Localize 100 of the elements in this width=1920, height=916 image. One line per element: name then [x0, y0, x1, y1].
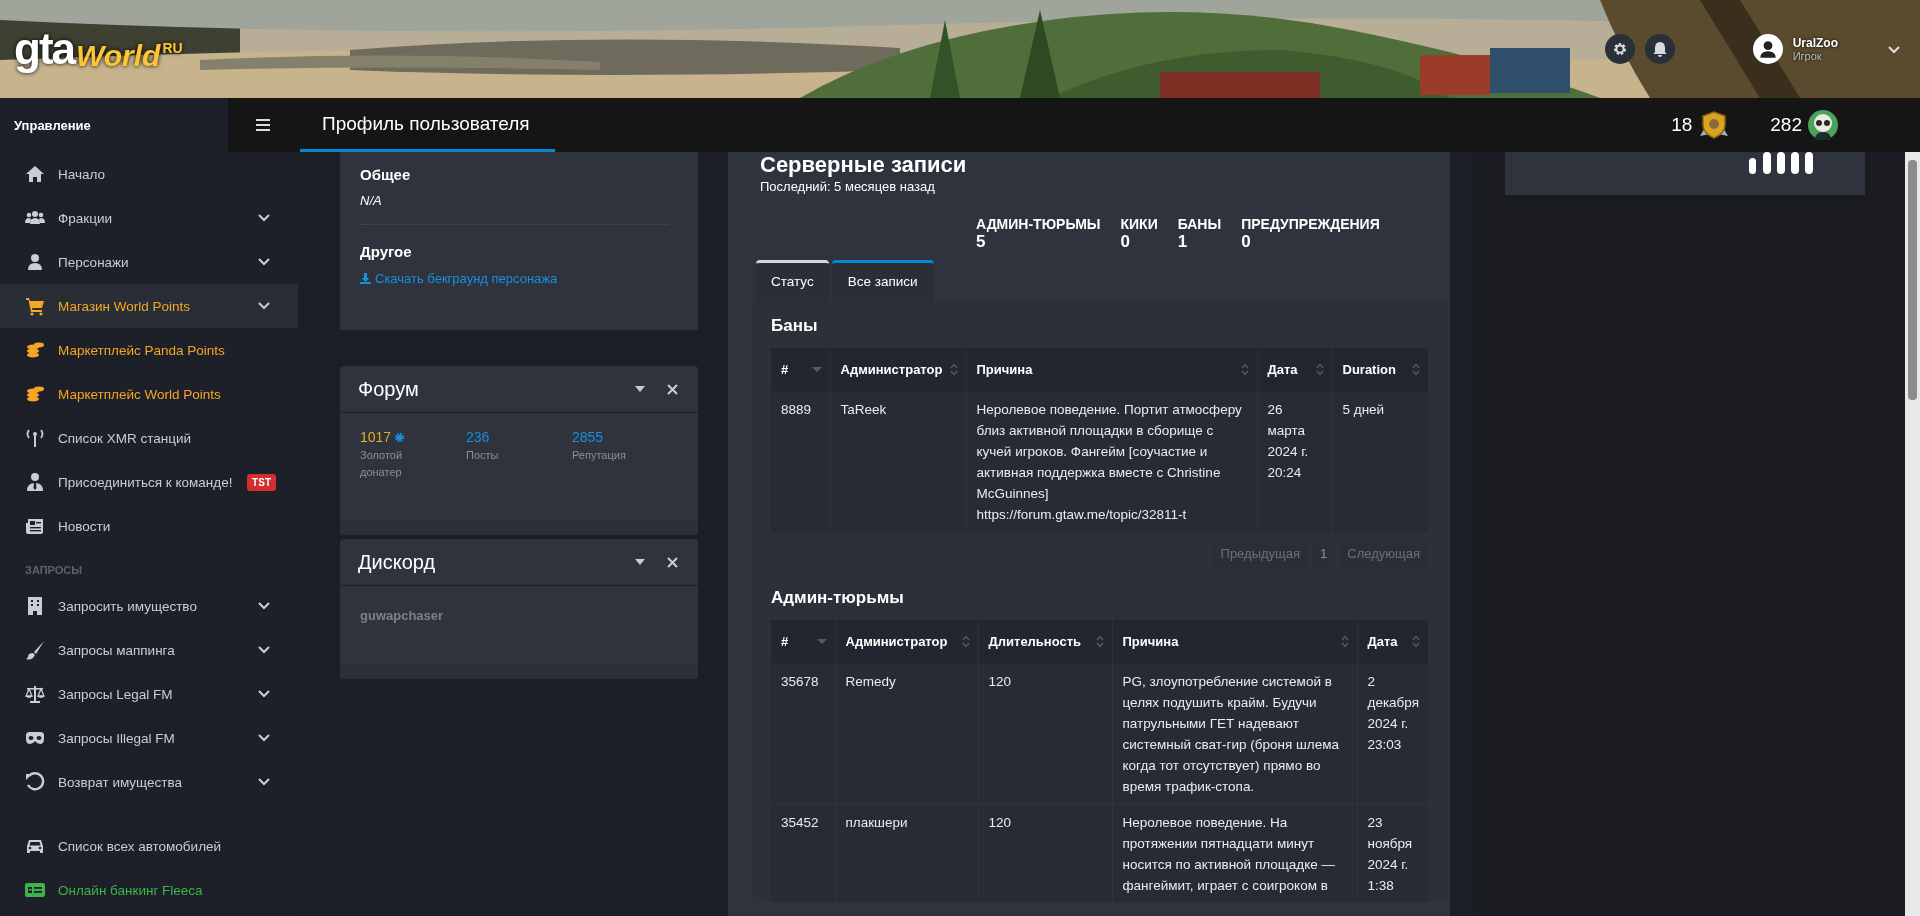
table-cell: 35678 — [771, 663, 835, 804]
user-name: UralZoo — [1792, 36, 1838, 50]
tab[interactable]: Статус — [756, 260, 829, 302]
sidebar-label: Список всех автомобилей — [58, 838, 222, 854]
column-header[interactable]: Дата — [1357, 620, 1428, 663]
section-heading: Другое — [360, 243, 413, 260]
table-cell: Неролевое поведение. На протяжении пятнадцати минут носится по активной площадке — фангеймит, играет с соигроком в — [1112, 803, 1357, 902]
sidebar-item[interactable]: Начало — [0, 152, 298, 196]
sidebar-label: Запросы Legal FM — [58, 686, 173, 702]
sidebar-label: Присоединиться к команде! — [58, 474, 233, 490]
sidebar-item[interactable]: Маркетплейс Panda Points — [0, 328, 298, 372]
table-heading: Баны — [771, 316, 819, 336]
column-header[interactable]: Duration — [1332, 348, 1428, 391]
sidebar-label: Маркетплейс World Points — [58, 386, 221, 402]
cash-icon — [25, 880, 45, 900]
stat-value: 1 — [1177, 232, 1189, 252]
sort-icon — [1095, 635, 1104, 648]
sidebar-label: Персонажи — [58, 254, 129, 270]
sort-descending-icon — [816, 638, 827, 645]
sidebar-item[interactable]: Присоединиться к команде! TST — [0, 460, 298, 504]
sidebar-item[interactable]: Онлайн банкинг Fleeca — [0, 868, 298, 912]
card-title: Форум — [358, 377, 419, 401]
sidebar-label: Запросить имущество — [58, 598, 197, 614]
stat-label: ПРЕДУПРЕЖДЕНИЯ — [1241, 216, 1380, 232]
sort-icon — [961, 635, 970, 648]
column-header[interactable]: Длительность — [978, 620, 1112, 663]
sidebar-label: Начало — [58, 166, 106, 182]
sort-icon — [1340, 635, 1349, 648]
table-cell: 8889 — [771, 391, 830, 533]
sidebar-title: Управление — [14, 117, 91, 133]
bars-icon — [1749, 152, 1813, 174]
sidebar-label: Список XMR станций — [58, 430, 191, 446]
download-link[interactable]: Скачать бекграунд персонажа — [360, 271, 558, 286]
collapse-button[interactable] — [633, 557, 647, 567]
sidebar-item[interactable]: Магазин World Points — [0, 284, 298, 328]
sort-icon — [1411, 635, 1420, 648]
user-icon — [25, 252, 45, 272]
sidebar-label: Запросы маппинга — [58, 642, 175, 658]
column-header[interactable]: Причина — [966, 348, 1257, 391]
column-header[interactable]: Причина — [1112, 620, 1357, 663]
column-header[interactable]: Дата — [1257, 348, 1332, 391]
table-cell: 120 — [978, 803, 1112, 902]
sidebar-item[interactable]: Запросы маппинга — [0, 628, 298, 672]
table-cell: 23 ноября 2024 г. 1:38 — [1357, 803, 1428, 902]
gear-icon — [1611, 41, 1628, 57]
scrollbar[interactable] — [1905, 152, 1920, 916]
sidebar-item[interactable]: Запросы Legal FM — [0, 672, 298, 716]
sidebar-item[interactable]: Фракции — [0, 196, 298, 240]
sidebar-item[interactable]: Список XMR станций — [0, 416, 298, 460]
table-cell: 5 дней — [1332, 391, 1428, 533]
column-header[interactable]: Администратор — [835, 620, 978, 663]
close-icon — [667, 383, 678, 395]
coins-icon — [25, 340, 45, 360]
column-header[interactable]: # — [771, 620, 835, 663]
close-button[interactable] — [665, 381, 680, 397]
stat-value: 5 — [976, 232, 987, 252]
table-cell: 120 — [978, 663, 1112, 804]
panda-avatar-icon — [1808, 110, 1838, 140]
tab[interactable]: Все записи — [831, 260, 934, 302]
home-icon — [25, 164, 45, 184]
section-heading: Общее — [360, 166, 412, 183]
field-value: N/A — [360, 193, 383, 208]
close-icon — [667, 556, 678, 568]
shield-badge-icon — [1698, 110, 1731, 140]
stat-label: АДМИН-ТЮРЬМЫ — [976, 216, 1101, 232]
sidebar-item[interactable]: Возврат имущества — [0, 760, 298, 804]
column-header[interactable]: # — [771, 348, 830, 391]
collapse-button[interactable] — [633, 384, 647, 394]
sidebar-label: Маркетплейс Panda Points — [58, 342, 225, 358]
sidebar-item[interactable]: Запросить имущество — [0, 584, 298, 628]
table-cell: плакшери — [835, 803, 978, 902]
sidebar-item[interactable]: Список всех автомобилей — [0, 824, 298, 868]
coins-icon — [25, 384, 45, 404]
scale-icon — [25, 684, 45, 704]
table-cell: 35452 — [771, 803, 835, 902]
counter-value: 18 — [1671, 114, 1693, 136]
sidebar-item[interactable]: Персонажи — [0, 240, 298, 284]
stat-label: КИКИ — [1120, 216, 1158, 232]
caret-down-icon — [635, 559, 645, 565]
sort-icon — [1315, 363, 1324, 376]
sidebar-item[interactable]: Запросы Illegal FM — [0, 716, 298, 760]
antenna-icon — [25, 428, 45, 448]
sidebar-item[interactable]: Маркетплейс World Points — [0, 372, 298, 416]
table-cell: TaReek — [830, 391, 966, 533]
download-icon — [360, 273, 371, 284]
bell-icon — [1652, 41, 1667, 57]
sidebar-label: Фракции — [58, 210, 112, 226]
stat-label: Репутация — [572, 448, 627, 463]
close-button[interactable] — [665, 554, 680, 570]
section-title: Серверные записи — [759, 152, 968, 178]
last-record-text: Последний: 5 месяцев назад — [759, 179, 936, 194]
sidebar-item[interactable]: Новости — [0, 504, 298, 548]
undo-icon — [25, 772, 45, 792]
column-header[interactable]: Администратор — [830, 348, 966, 391]
building-icon — [25, 596, 45, 616]
logo-text: RU — [162, 41, 183, 55]
table-cell: PG, злоупотребление системой в целях подушить крайм. Будучи патрульными ГЕТ надевают системный сват-гир (броня шлема когда тот отсутствует) прямо во время трафик-стопа. — [1112, 663, 1357, 804]
stat-value: 0 — [1241, 232, 1252, 252]
table-cell: 26 марта 2024 г. 20:24 — [1257, 391, 1332, 533]
card-title: Дискорд — [358, 550, 436, 574]
